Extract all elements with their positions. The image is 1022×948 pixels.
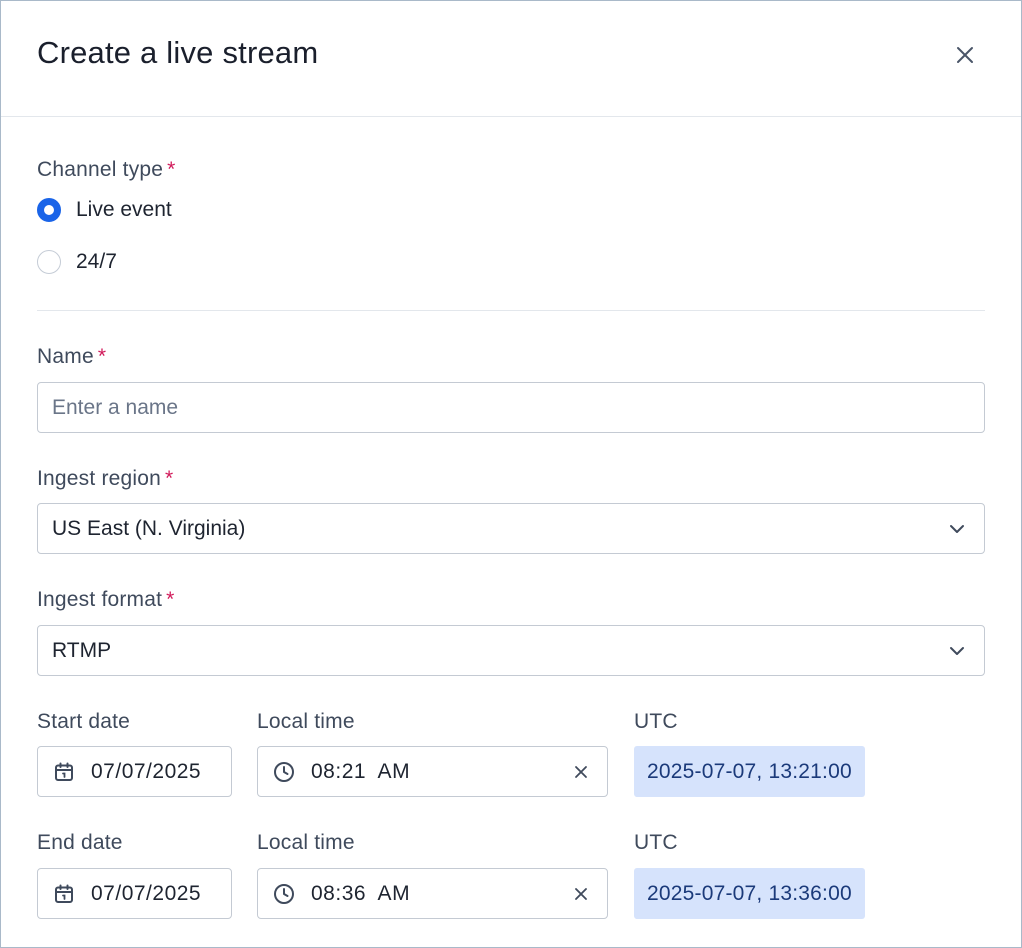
radio-24-7[interactable]: 24/7 [37,250,117,274]
modal-title: Create a live stream [37,35,319,70]
start-time-value: 08:21 AM [311,759,411,783]
ingest-region-select[interactable]: US East (N. Virginia) [37,503,985,554]
section-divider [37,310,985,311]
radio-button-checked[interactable] [37,198,61,222]
ingest-format-label: Ingest format * [37,588,175,612]
ingest-region-value: US East (N. Virginia) [52,516,246,540]
close-icon [957,47,973,63]
clear-icon[interactable] [573,886,589,902]
clock-icon [273,883,295,905]
radio-live-event[interactable]: Live event [37,198,172,222]
ingest-region-label: Ingest region * [37,467,173,491]
ingest-region-label-text: Ingest region [37,467,162,490]
end-local-time-label: Local time [257,831,355,854]
channel-type-label-text: Channel type [37,158,164,181]
name-field[interactable] [37,382,985,433]
modal-header: Create a live stream [1,1,1021,117]
start-date-value: 07/07/2025 [91,759,202,783]
end-time-value: 08:36 AM [311,881,411,905]
channel-type-label: Channel type * [37,158,176,182]
end-utc-label: UTC [634,831,678,854]
end-date-input[interactable]: 07/07/2025 [37,868,232,919]
start-time-input[interactable]: 08:21 AM [257,746,608,797]
end-time-input[interactable]: 08:36 AM [257,868,608,919]
start-utc-value: 2025-07-07, 13:21:00 [634,746,865,797]
start-date-label: Start date [37,710,131,733]
create-live-stream-modal: Create a live stream Channel type * Live … [0,0,1022,948]
name-label: Name * [37,345,106,369]
end-date-label: End date [37,831,123,854]
calendar-icon [53,883,75,905]
end-utc-value: 2025-07-07, 13:36:00 [634,868,865,919]
start-local-time-label: Local time [257,710,355,733]
required-mark: * [167,158,176,181]
chevron-down-icon [950,647,964,655]
clock-icon [273,761,295,783]
start-utc-label: UTC [634,710,678,733]
end-date-value: 07/07/2025 [91,881,202,905]
clear-icon[interactable] [573,764,589,780]
close-button[interactable] [951,41,979,69]
name-input[interactable] [38,383,984,432]
name-label-text: Name [37,345,94,368]
ingest-format-label-text: Ingest format [37,588,163,611]
calendar-icon [53,761,75,783]
radio-button-unchecked[interactable] [37,250,61,274]
required-mark: * [166,588,175,611]
start-date-input[interactable]: 07/07/2025 [37,746,232,797]
chevron-down-icon [950,525,964,533]
radio-label-live-event: Live event [76,198,172,221]
ingest-format-value: RTMP [52,638,112,662]
required-mark: * [97,345,107,368]
ingest-format-select[interactable]: RTMP [37,625,985,676]
required-mark: * [165,467,174,490]
radio-label-24-7: 24/7 [76,250,117,273]
